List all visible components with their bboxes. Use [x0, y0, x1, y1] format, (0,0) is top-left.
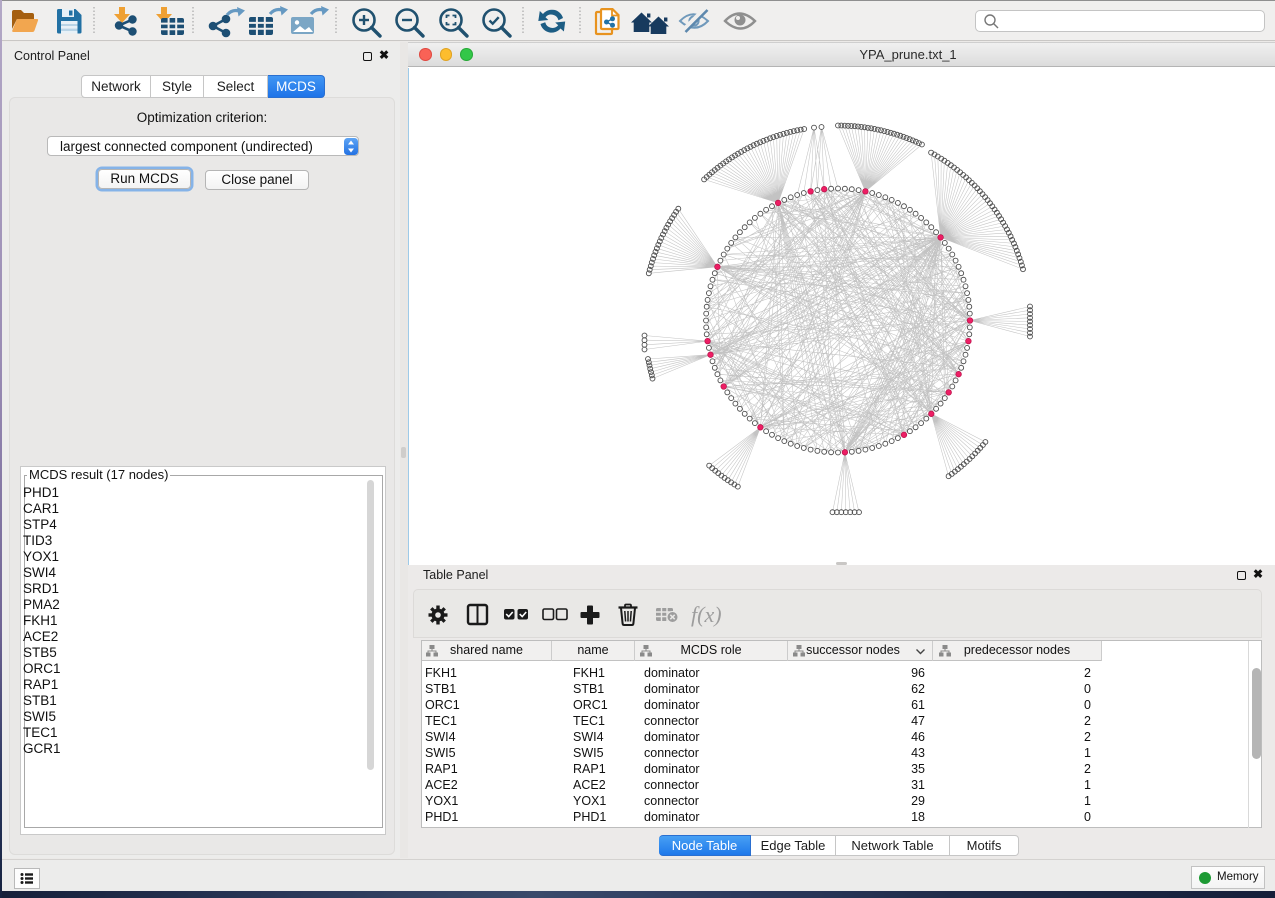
svg-text:f(x): f(x)	[691, 602, 722, 627]
